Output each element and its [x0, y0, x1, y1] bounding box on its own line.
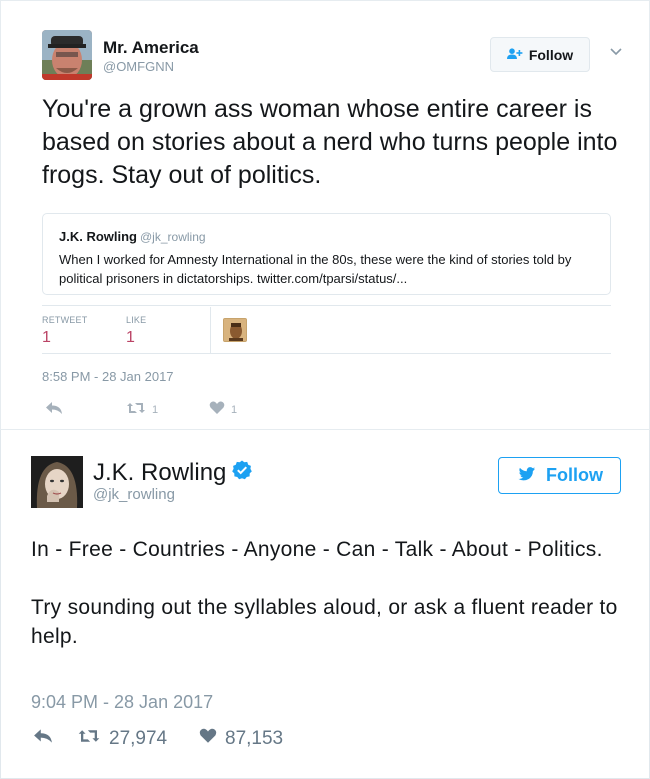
retweet-stat-label: RETWEET: [42, 315, 88, 325]
author-handle[interactable]: @OMFGNN: [103, 59, 174, 74]
tweet-card-jk-rowling: J.K. Rowling @jk_rowling Follow In - Fre…: [0, 430, 650, 779]
follow-button[interactable]: Follow: [498, 457, 621, 494]
avatar[interactable]: [31, 456, 83, 508]
tweet-timestamp[interactable]: 8:58 PM - 28 Jan 2017: [42, 369, 174, 384]
avatar[interactable]: [42, 30, 92, 80]
follow-button[interactable]: Follow: [490, 37, 590, 72]
more-options-button[interactable]: [606, 41, 626, 63]
liker-avatar[interactable]: [223, 318, 247, 342]
reply-button[interactable]: [33, 728, 53, 750]
like-count: 87,153: [225, 728, 284, 749]
reply-icon: [45, 401, 63, 418]
author-name-row: J.K. Rowling: [93, 459, 253, 487]
like-button[interactable]: 1: [209, 401, 237, 418]
quoted-author-name: J.K. Rowling: [59, 229, 137, 244]
like-button[interactable]: 87,153: [199, 728, 283, 750]
stats-separator: [210, 307, 211, 353]
retweet-button[interactable]: 1: [126, 401, 158, 418]
like-count: 1: [231, 403, 238, 416]
author-name[interactable]: Mr. America: [103, 38, 199, 58]
twitter-bird-icon: [516, 464, 538, 487]
retweet-button[interactable]: 27,974: [77, 728, 167, 750]
retweet-icon: [126, 401, 146, 418]
divider: [42, 305, 611, 306]
quoted-tweet[interactable]: J.K. Rowling @jk_rowling When I worked fo…: [42, 213, 611, 295]
retweet-count: 1: [152, 403, 159, 416]
retweet-stat-count[interactable]: 1: [42, 329, 51, 347]
like-stat-count[interactable]: 1: [126, 329, 135, 347]
follow-user-icon: [506, 47, 523, 63]
like-stat-label: LIKE: [126, 315, 147, 325]
author-name[interactable]: J.K. Rowling: [93, 459, 226, 487]
tweet-card-mr-america: Mr. America @OMFGNN Follow You're a grow…: [0, 0, 650, 430]
tweet-text-line: In - Free - Countries - Anyone - Can - T…: [31, 538, 603, 561]
tweet-text: In - Free - Countries - Anyone - Can - T…: [31, 535, 631, 651]
reply-button[interactable]: [45, 401, 63, 418]
reply-icon: [33, 728, 53, 750]
heart-icon: [199, 728, 217, 750]
author-handle[interactable]: @jk_rowling: [93, 486, 175, 503]
tweet-text: You're a grown ass woman whose entire ca…: [42, 95, 618, 189]
follow-label: Follow: [546, 465, 603, 485]
tweet-timestamp[interactable]: 9:04 PM - 28 Jan 2017: [31, 692, 213, 713]
retweet-icon: [77, 728, 101, 750]
chevron-down-icon: [610, 43, 622, 61]
quoted-author-handle: @jk_rowling: [140, 230, 206, 244]
retweet-count: 27,974: [109, 728, 168, 749]
tweet-text-line: Try sounding out the syllables aloud, or…: [31, 596, 618, 648]
verified-badge-icon: [232, 459, 253, 487]
heart-icon: [209, 401, 225, 418]
divider: [42, 353, 611, 354]
quoted-text: When I worked for Amnesty International …: [59, 252, 572, 286]
follow-label: Follow: [528, 46, 574, 63]
